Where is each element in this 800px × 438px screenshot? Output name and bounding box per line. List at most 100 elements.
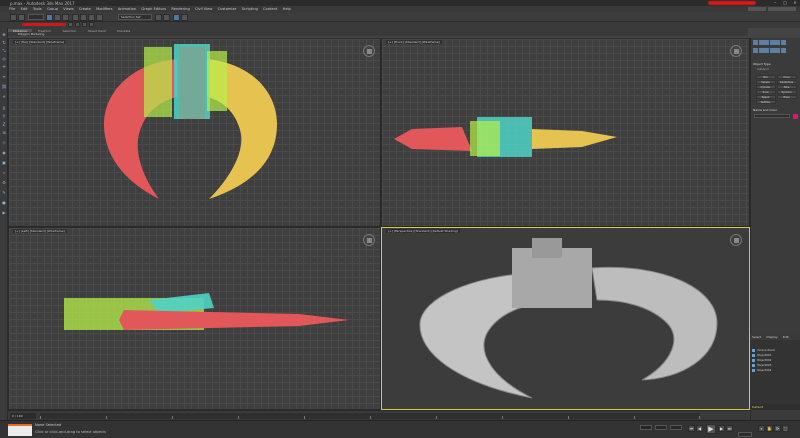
material-tool-icon[interactable]: ● bbox=[1, 200, 7, 206]
y-coordinate-field[interactable] bbox=[655, 425, 667, 430]
axis-z-icon[interactable]: Z bbox=[1, 122, 7, 128]
redo-icon[interactable] bbox=[18, 13, 25, 21]
name-and-color-header[interactable]: Name and Color bbox=[753, 108, 799, 112]
scene-item[interactable]: (Scene Root) bbox=[752, 348, 798, 352]
go-to-end-icon[interactable]: ⏭ bbox=[726, 425, 733, 432]
scene-tab-select[interactable]: Select bbox=[750, 335, 763, 339]
object-color-swatch[interactable] bbox=[793, 114, 798, 119]
geosphere-button[interactable]: GeoSphere bbox=[776, 79, 797, 84]
light-tool-icon[interactable]: ☀ bbox=[1, 94, 7, 100]
axis-x-icon[interactable]: X bbox=[1, 106, 7, 112]
scale-tool-icon[interactable]: ⤡ bbox=[1, 48, 7, 54]
lights-icon[interactable] bbox=[764, 48, 769, 53]
previous-frame-icon[interactable]: ◀ bbox=[696, 425, 703, 432]
utilities-tab-icon[interactable] bbox=[780, 40, 786, 45]
hierarchy-tab-icon[interactable] bbox=[764, 40, 769, 45]
cone-button[interactable]: Cone bbox=[776, 74, 797, 79]
time-slider[interactable] bbox=[40, 413, 700, 419]
next-frame-icon[interactable]: ▶ bbox=[718, 425, 725, 432]
scene-item[interactable]: Object003 bbox=[752, 363, 798, 367]
torus-button[interactable]: Torus bbox=[755, 89, 776, 94]
rotate-icon[interactable] bbox=[80, 13, 87, 21]
align-tool-icon[interactable]: ≡ bbox=[1, 74, 7, 80]
spacewarp-tool-icon[interactable]: ≈ bbox=[1, 170, 7, 176]
placement-icon[interactable] bbox=[96, 13, 103, 21]
plane-button[interactable]: Plane bbox=[776, 94, 797, 99]
named-selection-sets-dropdown[interactable]: Selection Set bbox=[118, 14, 152, 20]
pyramid-button[interactable]: Pyramid bbox=[776, 89, 797, 94]
teapot-button[interactable]: Teapot bbox=[755, 94, 776, 99]
time-configuration-field[interactable] bbox=[738, 432, 752, 437]
box-button[interactable]: Box bbox=[755, 74, 776, 79]
maximize-viewport-icon[interactable]: ⬚ bbox=[782, 425, 789, 432]
textplus-button[interactable]: TextPlus bbox=[755, 99, 776, 104]
paint-tool-icon[interactable]: ✎ bbox=[1, 190, 7, 196]
viewport-front[interactable]: [+] [Front] [Standard] [Wireframe] bbox=[381, 38, 750, 227]
pan-icon[interactable]: ✋ bbox=[766, 425, 773, 432]
link-tool-icon[interactable]: ⛓ bbox=[1, 84, 7, 90]
cylinder-button[interactable]: Cylinder bbox=[755, 84, 776, 89]
angle-snap-icon[interactable] bbox=[75, 22, 80, 27]
sphere-button[interactable]: Sphere bbox=[755, 79, 776, 84]
workspace-dropdown[interactable] bbox=[768, 7, 796, 11]
move-icon[interactable] bbox=[72, 13, 79, 21]
align-icon[interactable] bbox=[163, 13, 170, 21]
sign-in-button[interactable] bbox=[748, 7, 766, 11]
helper-tool-icon[interactable]: ▣ bbox=[1, 160, 7, 166]
mirror-icon[interactable] bbox=[155, 13, 162, 21]
scene-tab-display[interactable]: Display bbox=[765, 335, 780, 339]
layer-explorer-icon[interactable] bbox=[181, 13, 188, 21]
autogrid-checkbox[interactable]: AutoGrid bbox=[753, 68, 799, 72]
select-by-name-icon[interactable] bbox=[54, 13, 61, 21]
rectangular-selection-icon[interactable] bbox=[62, 13, 69, 21]
scene-item[interactable]: Object001 bbox=[752, 353, 798, 357]
orbit-icon[interactable]: ⟳ bbox=[774, 425, 781, 432]
frame-counter[interactable]: 0 / 100 bbox=[10, 413, 36, 419]
helpers-icon[interactable] bbox=[775, 48, 780, 53]
viewport-perspective[interactable]: [+] [Perspective] [Standard] [Default Sh… bbox=[381, 227, 750, 410]
modify-tab-icon[interactable] bbox=[758, 40, 764, 45]
scene-item[interactable]: Object004 bbox=[752, 368, 798, 372]
scene-explorer-icon[interactable] bbox=[173, 13, 180, 21]
pivot-tool-icon[interactable]: ✛ bbox=[1, 64, 7, 70]
camera-tool-icon[interactable]: ◉ bbox=[1, 150, 7, 156]
scene-tab-edit[interactable]: Edit bbox=[781, 335, 791, 339]
select-object-icon[interactable] bbox=[46, 13, 53, 21]
object-type-header[interactable]: Object Type bbox=[753, 62, 799, 66]
undo-icon[interactable] bbox=[10, 13, 17, 21]
space-warps-icon[interactable] bbox=[780, 48, 786, 53]
geometry-icon[interactable] bbox=[753, 48, 758, 53]
render-tool-icon[interactable]: ▶ bbox=[1, 210, 7, 216]
rotate-tool-icon[interactable]: ↻ bbox=[1, 40, 7, 46]
viewport-left[interactable]: [+] [Left] [Standard] [Wireframe] bbox=[8, 227, 381, 410]
selection-filter-dropdown[interactable] bbox=[28, 14, 44, 20]
scene-item[interactable]: Object002 bbox=[752, 358, 798, 362]
polygon-modeling-row[interactable]: Polygon Modeling bbox=[8, 32, 748, 36]
prompt-line: Click or click-and-drag to select object… bbox=[35, 430, 106, 434]
shape-tool-icon[interactable]: ◇ bbox=[1, 140, 7, 146]
spinner-snap-icon[interactable] bbox=[89, 22, 94, 27]
snap-toggle-icon[interactable] bbox=[68, 22, 73, 27]
motion-tab-icon[interactable] bbox=[769, 40, 775, 45]
go-to-start-icon[interactable]: ⏮ bbox=[688, 425, 695, 432]
move-tool-icon[interactable]: ✥ bbox=[1, 32, 7, 38]
scale-icon[interactable] bbox=[88, 13, 95, 21]
viewport-top[interactable]: [+] [Top] [Standard] [Wireframe] bbox=[8, 38, 381, 227]
play-icon[interactable]: ▶ bbox=[706, 424, 716, 434]
scene-workspace-label[interactable]: Default bbox=[750, 404, 800, 410]
zoom-icon[interactable]: ⌕ bbox=[758, 425, 765, 432]
display-tab-icon[interactable] bbox=[775, 40, 780, 45]
z-coordinate-field[interactable] bbox=[670, 425, 682, 430]
percent-snap-icon[interactable] bbox=[82, 22, 87, 27]
x-coordinate-field[interactable] bbox=[640, 425, 652, 430]
system-tool-icon[interactable]: ⚙ bbox=[1, 180, 7, 186]
object-name-input[interactable] bbox=[754, 114, 790, 118]
axis-y-icon[interactable]: Y bbox=[1, 114, 7, 120]
tube-button[interactable]: Tube bbox=[776, 84, 797, 89]
create-tab-icon[interactable] bbox=[753, 40, 758, 45]
maxscript-listener[interactable] bbox=[8, 424, 32, 436]
snap-tool-icon[interactable]: ◎ bbox=[1, 56, 7, 62]
shapes-icon[interactable] bbox=[758, 48, 764, 53]
cameras-icon[interactable] bbox=[769, 48, 775, 53]
axis-xy-icon[interactable]: ⊞ bbox=[1, 130, 7, 136]
